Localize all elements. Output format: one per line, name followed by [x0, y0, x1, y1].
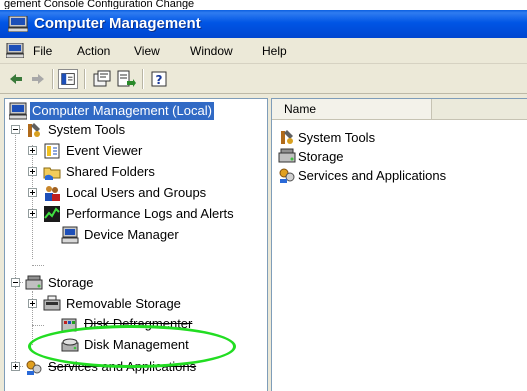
tree-node-event-viewer[interactable]: Event Viewer: [43, 141, 144, 161]
device-manager-icon: [61, 226, 79, 244]
title-bar[interactable]: Computer Management: [0, 10, 527, 38]
computer-management-window: Computer Management File Action View Win…: [0, 10, 527, 391]
column-header: Name: [272, 99, 527, 120]
menu-view[interactable]: View: [134, 44, 160, 58]
tree-node-storage[interactable]: Storage: [25, 273, 96, 293]
services-apps-icon: [26, 360, 42, 375]
window-title: Computer Management: [34, 15, 201, 32]
performance-icon: [44, 206, 60, 222]
collapse-storage-icon[interactable]: [11, 278, 20, 287]
forward-arrow-icon[interactable]: [28, 69, 48, 89]
expand-local-users-icon[interactable]: [28, 188, 37, 197]
top-caption: gement Console Configuration Change: [4, 0, 195, 9]
storage-icon: [25, 275, 43, 290]
export-list-icon[interactable]: [116, 69, 136, 89]
expand-removable-storage-icon[interactable]: [28, 299, 37, 308]
expand-shared-folders-icon[interactable]: [28, 167, 37, 176]
collapse-system-tools-icon[interactable]: [11, 125, 20, 134]
shared-folder-icon: [43, 167, 61, 180]
tree-node-device-manager[interactable]: Device Manager: [61, 225, 181, 245]
list-item-storage[interactable]: Storage: [278, 146, 344, 166]
storage-icon: [278, 148, 296, 163]
computer-icon: [8, 16, 28, 32]
list-item-system-tools[interactable]: System Tools: [278, 127, 375, 147]
properties-icon[interactable]: [92, 69, 112, 89]
tree-node-system-tools[interactable]: System Tools: [25, 120, 127, 140]
details-pane[interactable]: Name System Tools Storage Services and A…: [271, 98, 527, 391]
tree-node-local-users[interactable]: Local Users and Groups: [43, 183, 208, 203]
menu-action[interactable]: Action: [77, 44, 110, 58]
menu-file[interactable]: File: [33, 44, 52, 58]
tree-node-root[interactable]: Computer Management (Local): [9, 101, 214, 121]
system-menu-icon[interactable]: [6, 43, 24, 58]
toolbar: ?: [0, 65, 527, 94]
services-apps-icon: [279, 168, 295, 183]
tree-node-perf-logs[interactable]: Performance Logs and Alerts: [43, 204, 236, 224]
column-header-name[interactable]: Name: [272, 99, 432, 119]
back-arrow-icon[interactable]: [6, 69, 26, 89]
menu-window[interactable]: Window: [190, 44, 233, 58]
tree-node-shared-folders[interactable]: Shared Folders: [43, 162, 157, 182]
tools-icon: [281, 130, 293, 144]
show-hide-tree-icon[interactable]: [58, 69, 78, 89]
expand-perf-logs-icon[interactable]: [28, 209, 37, 218]
event-viewer-icon: [44, 143, 60, 159]
expand-services-apps-icon[interactable]: [11, 362, 20, 371]
help-icon[interactable]: ?: [150, 69, 170, 89]
highlight-ellipse: [28, 325, 236, 368]
svg-text:?: ?: [156, 73, 163, 87]
tree-node-removable-storage[interactable]: Removable Storage: [43, 294, 183, 314]
users-icon: [45, 186, 60, 201]
list-item-services-apps[interactable]: Services and Applications: [278, 165, 446, 185]
menu-bar: File Action View Window Help: [0, 39, 527, 64]
tree-label-root: Computer Management (Local): [30, 102, 214, 120]
menu-help[interactable]: Help: [262, 44, 287, 58]
removable-storage-icon: [43, 295, 61, 311]
expand-event-viewer-icon[interactable]: [28, 146, 37, 155]
computer-icon: [9, 102, 27, 120]
tools-icon: [28, 123, 40, 137]
